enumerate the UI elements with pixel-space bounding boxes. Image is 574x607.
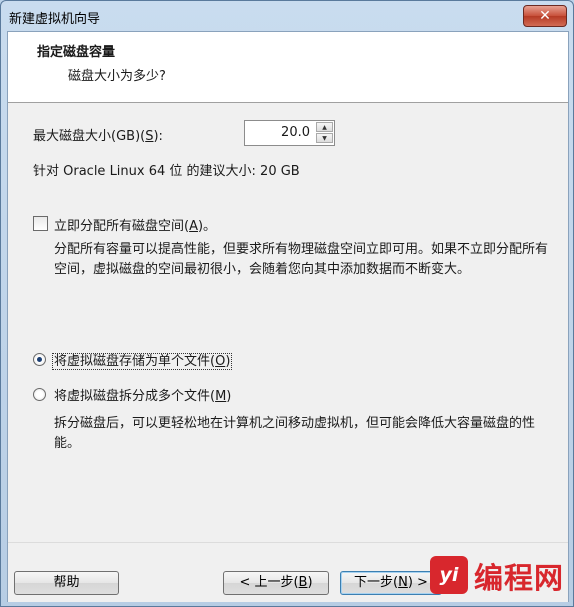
watermark-text: 编程网 (474, 561, 565, 595)
window-title: 新建虚拟机向导 (9, 12, 101, 27)
title-bar[interactable]: 新建虚拟机向导 ✕ (1, 1, 573, 31)
recommended-size-text: 针对 Oracle Linux 64 位 的建议大小: 20 GB (33, 164, 300, 179)
disk-size-input[interactable]: 20.0 (245, 121, 313, 145)
close-button[interactable]: ✕ (523, 5, 567, 27)
back-button[interactable]: < 上一步(B) (223, 571, 329, 595)
split-description: 拆分磁盘后，可以更轻松地在计算机之间移动虚拟机，但可能会降低大容量磁盘的性能。 (54, 416, 536, 451)
next-button[interactable]: 下一步(N) > (340, 571, 442, 595)
spin-up-icon[interactable]: ▲ (316, 122, 333, 132)
allocate-now-label[interactable]: 立即分配所有磁盘空间(A)。 (54, 215, 216, 234)
wizard-body: 指定磁盘容量 磁盘大小为多少? 最大磁盘大小(GB)(S): 20.0 ▲ ▼ … (7, 31, 569, 602)
split-files-radio[interactable] (33, 388, 46, 401)
watermark: yi 编程网 (430, 552, 570, 602)
spin-down-icon[interactable]: ▼ (316, 133, 333, 143)
wizard-header: 指定磁盘容量 磁盘大小为多少? (8, 32, 568, 103)
disk-size-spinner[interactable]: 20.0 ▲ ▼ (244, 120, 335, 146)
spinner-arrows[interactable]: ▲ ▼ (316, 122, 333, 144)
watermark-logo: yi (430, 556, 468, 594)
allocate-now-checkbox[interactable] (33, 216, 48, 231)
page-title: 指定磁盘容量 (37, 45, 116, 60)
allocate-description: 分配所有容量可以提高性能，但要求所有物理磁盘空间立即可用。如果不立即分配所有空间… (54, 242, 549, 277)
radio-selected-dot (37, 357, 42, 362)
help-button[interactable]: 帮助 (14, 571, 119, 595)
disk-size-label: 最大磁盘大小(GB)(S): (33, 129, 163, 144)
wizard-window: 新建虚拟机向导 ✕ 指定磁盘容量 磁盘大小为多少? 最大磁盘大小(GB)(S):… (0, 0, 574, 607)
single-file-label[interactable]: 将虚拟磁盘存储为单个文件(O) (52, 350, 233, 370)
single-file-radio[interactable] (33, 353, 46, 366)
split-files-label[interactable]: 将虚拟磁盘拆分成多个文件(M) (54, 385, 231, 404)
close-icon: ✕ (539, 8, 551, 24)
page-subtitle: 磁盘大小为多少? (68, 69, 166, 84)
